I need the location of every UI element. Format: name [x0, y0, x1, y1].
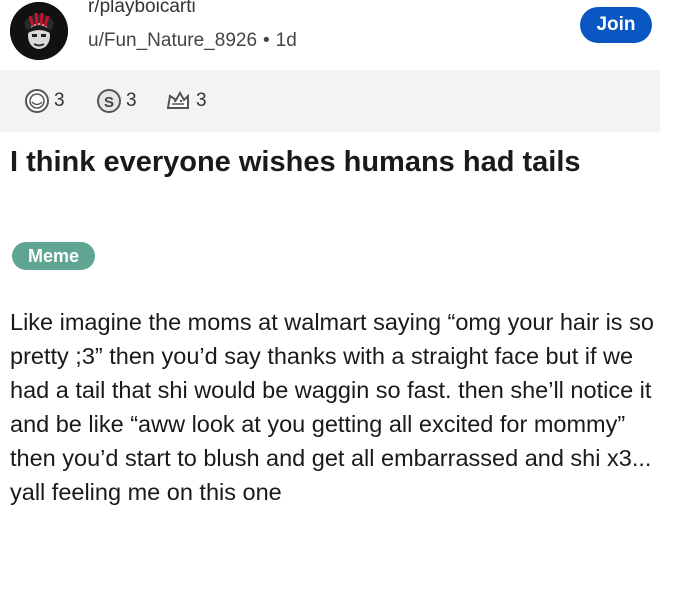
post-flair[interactable]: Meme [12, 242, 96, 270]
award-count: 3 [54, 90, 65, 111]
subreddit-name[interactable]: r/playboicarti [88, 0, 196, 18]
post-body: Like imagine the moms at walmart saying … [10, 309, 654, 505]
join-button[interactable]: Join [580, 7, 652, 43]
post-title[interactable]: I think everyone wishes humans had tails [10, 145, 650, 180]
award-helpful[interactable]: 3 [24, 88, 65, 114]
award-count: 3 [126, 90, 137, 111]
award-wholesome[interactable]: 3 [164, 88, 207, 114]
post-meta: u/Fun_Nature_8926 • 1d [88, 30, 297, 52]
subreddit-avatar[interactable] [10, 2, 68, 60]
award-count: 3 [196, 90, 207, 111]
silver-award-icon: S [96, 88, 122, 114]
helpful-award-icon [24, 88, 50, 114]
post-age: 1d [275, 30, 297, 51]
meta-separator: • [263, 30, 270, 51]
post-header: r/playboicarti u/Fun_Nature_8926 • 1d Join [0, 0, 679, 62]
awards-bar[interactable]: 3 S 3 3 [0, 70, 660, 132]
username[interactable]: u/Fun_Nature_8926 [88, 30, 257, 51]
award-silver[interactable]: S 3 [96, 88, 137, 114]
svg-text:S: S [104, 94, 114, 111]
wholesome-award-icon [164, 88, 192, 114]
